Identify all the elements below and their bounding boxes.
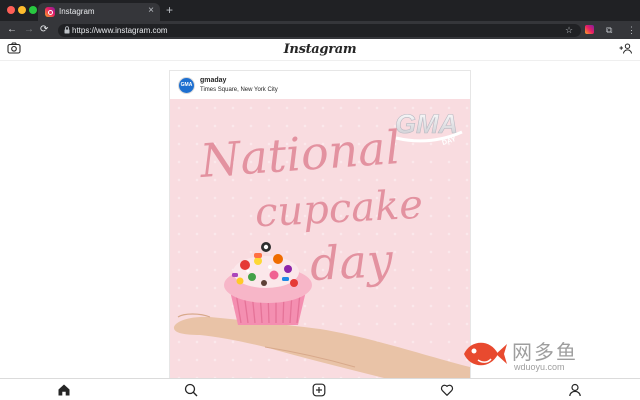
gma-day-logo: GMA DAY — [395, 109, 463, 147]
search-icon[interactable] — [184, 383, 198, 397]
headline-word-national: National — [198, 120, 402, 188]
window-minimize-button[interactable] — [18, 6, 26, 14]
instagram-favicon-icon — [45, 7, 55, 17]
fish-logo-icon — [464, 342, 507, 366]
watermark-url-text: wduoyu.com — [514, 362, 565, 372]
new-post-icon[interactable] — [312, 383, 326, 397]
browser-tab-bar: Instagram × + — [0, 0, 640, 21]
reload-button[interactable]: ⟳ — [40, 23, 48, 37]
activity-heart-icon[interactable] — [440, 383, 454, 397]
tab-close-icon[interactable]: × — [148, 5, 154, 17]
bottom-navigation — [0, 378, 640, 400]
post-image[interactable]: GMA DAY National cupcake day — [170, 99, 470, 389]
bookmark-star-icon[interactable]: ☆ — [565, 24, 573, 36]
feed-post: GMA gmaday Times Square, New York City G… — [169, 70, 471, 390]
post-header: GMA gmaday Times Square, New York City — [170, 71, 470, 99]
forward-button[interactable]: → — [24, 23, 34, 37]
window-close-button[interactable] — [7, 6, 15, 14]
add-user-icon[interactable] — [619, 43, 632, 54]
tab-title: Instagram — [59, 7, 95, 16]
window-zoom-button[interactable] — [29, 6, 37, 14]
url-text: https://www.instagram.com — [72, 26, 168, 35]
back-button[interactable]: ← — [7, 23, 17, 37]
extension-puzzle-icon[interactable]: ⧉ — [606, 24, 612, 36]
post-location[interactable]: Times Square, New York City — [200, 87, 278, 93]
new-tab-button[interactable]: + — [166, 3, 173, 17]
instagram-logo[interactable]: Instagram — [0, 42, 640, 57]
browser-toolbar: ← → ⟳ https://www.instagram.com ☆ ⧉ ⋮ — [0, 21, 640, 39]
avatar-text: GMA — [180, 82, 193, 88]
avatar[interactable]: GMA — [178, 77, 195, 94]
address-bar[interactable]: https://www.instagram.com — [58, 24, 581, 37]
post-username[interactable]: gmaday — [200, 77, 226, 84]
profile-icon[interactable] — [568, 383, 582, 397]
wduoyu-watermark: 网多鱼 wduoyu.com — [460, 330, 636, 378]
browser-tab-instagram[interactable]: Instagram × — [38, 3, 160, 21]
home-icon[interactable] — [57, 383, 71, 397]
instagram-header: Instagram — [0, 39, 640, 61]
instagram-extension-icon[interactable] — [585, 25, 594, 34]
gma-badge-main: GMA — [395, 109, 458, 139]
browser-menu-icon[interactable]: ⋮ — [627, 24, 636, 36]
hand-holding-cupcake-illustration — [173, 242, 470, 389]
lock-icon — [64, 26, 70, 37]
watermark-chinese-text: 网多鱼 — [512, 340, 578, 364]
